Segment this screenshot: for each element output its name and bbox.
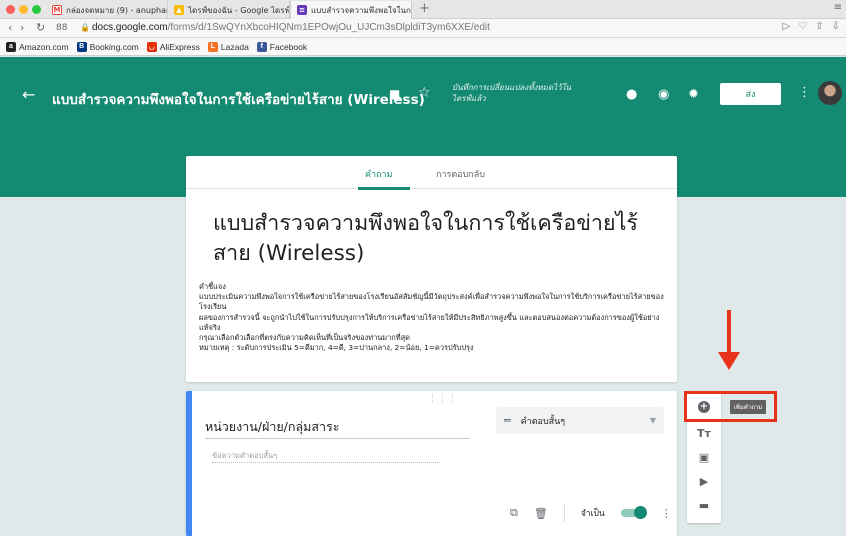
active-tab-indicator	[358, 187, 410, 190]
question-title-input[interactable]: หน่วยงาน/ฝ่าย/กลุ่มสาระ	[205, 417, 470, 439]
google-forms-icon: ≡	[297, 5, 307, 15]
url-field[interactable]: docs.google.com/forms/d/1SwQYnXbcoHIQNm1…	[92, 22, 490, 33]
bookmark-label: Amazon.com	[19, 41, 69, 52]
question-type-label: คำตอบสั้นๆ	[520, 416, 566, 427]
preview-eye-icon[interactable]: ◉	[658, 87, 669, 102]
question-more-icon[interactable]: ⋮	[661, 507, 672, 520]
facebook-icon: f	[256, 41, 267, 52]
zoom-window-button[interactable]	[32, 5, 41, 14]
required-label: จำเป็น	[580, 509, 605, 519]
annotation-highlight-box	[684, 391, 777, 422]
back-arrow-icon[interactable]: ←	[22, 85, 35, 104]
lazada-icon: L	[207, 41, 218, 52]
url-domain: docs.google.com	[92, 22, 168, 33]
browser-tab-bar: M กล่องจดหมาย (9) - anuphan7@... ▲ ไดรฟ์…	[0, 0, 846, 19]
avatar[interactable]	[818, 81, 842, 105]
browser-tab-gmail[interactable]: M กล่องจดหมาย (9) - anuphan7@...	[46, 1, 168, 19]
heart-icon[interactable]: ♡	[798, 21, 807, 32]
forward-icon[interactable]: ›	[20, 21, 24, 34]
duplicate-icon[interactable]: ⧉	[510, 506, 518, 520]
dropdown-caret-icon: ▼	[649, 416, 656, 425]
short-answer-icon: ═	[504, 414, 511, 427]
bookmark-lazada[interactable]: L Lazada	[207, 41, 249, 52]
settings-gear-icon[interactable]: ✹	[688, 87, 699, 102]
bookmark-facebook[interactable]: f Facebook	[256, 41, 308, 52]
bookmark-label: Lazada	[220, 41, 249, 52]
booking-icon: B	[76, 41, 87, 52]
send-button[interactable]: ส่ง	[720, 83, 781, 105]
more-options-icon[interactable]: ⋮	[798, 85, 811, 100]
url-path: /forms/d/1SwQYnXbcoHIQNm1EPOwjOu_UJCm3sD…	[167, 22, 490, 33]
required-toggle[interactable]	[620, 506, 647, 519]
upload-icon[interactable]: ⇧	[815, 21, 823, 32]
question-card[interactable]: ⋮⋮⋮ หน่วยงาน/ฝ่าย/กลุ่มสาระ ═ คำตอบสั้นๆ…	[186, 391, 677, 536]
form-name[interactable]: แบบสำรวจความพึงพอใจในการใช้เครือข่ายไร้ส…	[52, 88, 425, 110]
bookmark-label: Booking.com	[89, 41, 139, 52]
minimize-window-button[interactable]	[19, 5, 28, 14]
apps-grid-icon[interactable]: 88	[56, 23, 67, 33]
add-image-icon[interactable]: ▣	[687, 447, 721, 467]
form-header-card: คำถาม การตอบกลับ แบบสำรวจความพึงพอใจในกา…	[186, 156, 677, 382]
footer-divider	[563, 504, 565, 522]
tab-label: ไดรฟ์ของฉัน - Google ไดรฟ์	[188, 5, 290, 15]
bookmark-aliexpress[interactable]: ◡ AliExpress	[146, 41, 200, 52]
share-icon[interactable]: ▷	[783, 21, 791, 32]
add-title-icon[interactable]: Tт	[687, 423, 721, 443]
bookmark-label: Facebook	[269, 41, 308, 52]
add-section-icon[interactable]: ▬	[687, 495, 721, 515]
short-answer-placeholder: ข้อความคำตอบสั้นๆ	[212, 450, 440, 463]
aliexpress-icon: ◡	[146, 41, 157, 52]
gmail-icon: M	[52, 5, 62, 15]
delete-trash-icon[interactable]: 🗑	[534, 507, 548, 520]
back-icon[interactable]: ‹	[8, 21, 12, 34]
new-tab-button[interactable]: +	[419, 1, 430, 16]
address-bar-row: ‹ › ↻ 88 🔒 docs.google.com/forms/d/1SwQY…	[0, 19, 846, 38]
bookmark-label: AliExpress	[159, 41, 200, 52]
save-status: บันทึกการเปลี่ยนแปลงทั้งหมดไว้ในไดรฟ์แล้…	[452, 83, 572, 103]
star-icon[interactable]: ☆	[418, 85, 431, 101]
tab-questions[interactable]: คำถาม	[365, 167, 393, 181]
question-type-select[interactable]: ═ คำตอบสั้นๆ ▼	[496, 407, 664, 434]
reload-icon[interactable]: ↻	[36, 21, 45, 34]
drag-handle-icon[interactable]: ⋮⋮⋮	[428, 394, 458, 404]
lock-icon: 🔒	[80, 23, 90, 32]
form-title[interactable]: แบบสำรวจความพึงพอใจในการใช้เครือข่ายไร้ส…	[213, 209, 673, 269]
annotation-arrow	[727, 310, 731, 356]
bookmark-booking[interactable]: B Booking.com	[76, 41, 139, 52]
annotation-arrowhead	[718, 352, 740, 370]
folder-icon[interactable]: ■	[389, 87, 400, 101]
close-window-button[interactable]	[6, 5, 15, 14]
form-tabs: คำถาม การตอบกลับ	[186, 156, 677, 190]
tab-label: กล่องจดหมาย (9) - anuphan7@...	[66, 5, 167, 15]
tab-label: แบบสำรวจความพึงพอใจในการใช้...	[311, 5, 411, 15]
add-video-icon[interactable]: ▶	[687, 471, 721, 491]
browser-tab-forms[interactable]: ≡ แบบสำรวจความพึงพอใจในการใช้...	[290, 1, 412, 19]
bookmark-amazon[interactable]: a Amazon.com	[6, 41, 69, 52]
palette-icon[interactable]: ●	[626, 87, 637, 102]
form-description[interactable]: คำชี้แจง แบบประเมินความพึงพอใจการใช้เครื…	[199, 282, 669, 353]
tab-responses[interactable]: การตอบกลับ	[436, 167, 485, 181]
bookmarks-bar: a Amazon.com B Booking.com ◡ AliExpress …	[0, 38, 846, 56]
download-icon[interactable]: ⇩	[832, 21, 840, 32]
google-drive-icon: ▲	[174, 5, 184, 15]
browser-tab-drive[interactable]: ▲ ไดรฟ์ของฉัน - Google ไดรฟ์	[168, 1, 290, 19]
amazon-icon: a	[6, 41, 16, 52]
tab-menu-icon[interactable]: ≡	[834, 2, 842, 13]
